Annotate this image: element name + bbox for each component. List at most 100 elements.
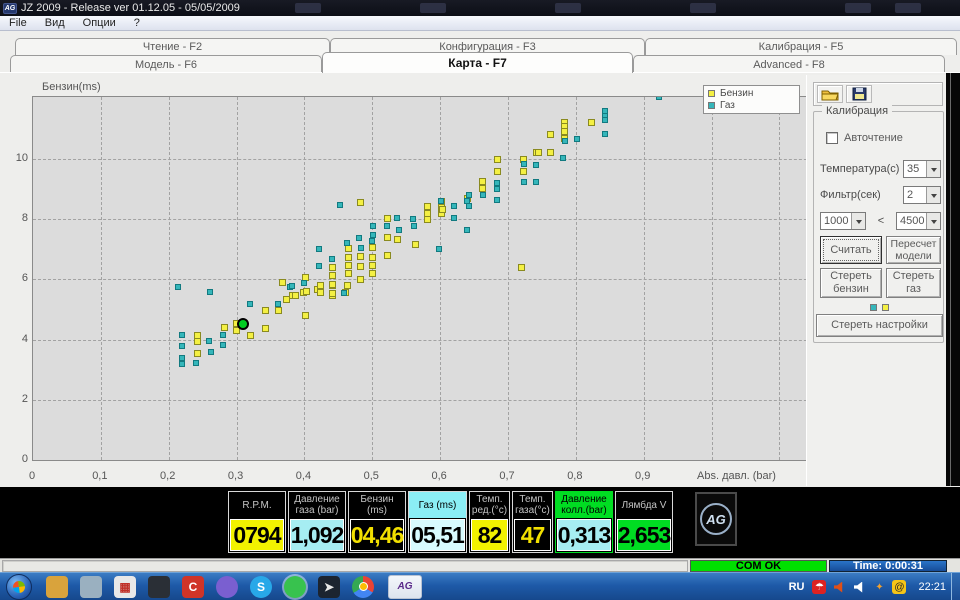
open-file-button[interactable] (817, 85, 843, 103)
save-floppy-icon (852, 87, 866, 101)
gaz-point (357, 244, 364, 251)
temperature-select[interactable]: 35 (903, 160, 941, 178)
gaz-point (179, 360, 186, 367)
rpm-display-label: R.P.M. (229, 492, 285, 518)
update-icon[interactable]: ✦ (872, 580, 886, 594)
gaz-point (532, 178, 539, 185)
erase-benzin-button[interactable]: Стереть бензин (820, 268, 882, 298)
benzin-point (369, 261, 377, 269)
gaz-point (464, 226, 471, 233)
manifold-pressure-display-label: Давление колл.(bar) (556, 492, 612, 518)
chevron-down-icon[interactable] (926, 213, 940, 229)
language-indicator[interactable]: RU (789, 581, 805, 593)
gaz-point (207, 288, 214, 295)
erase-settings-button[interactable]: Стереть настройки (816, 314, 943, 337)
benzin-point (356, 263, 364, 271)
autoread-label: Авточтение (844, 132, 903, 144)
viber-icon[interactable] (216, 575, 238, 598)
benzin-marker-icon (708, 90, 715, 98)
file-toolbar (813, 82, 943, 106)
chart-legend: Бензин Газ (703, 85, 800, 114)
recalc-model-button[interactable]: Пересчет модели (886, 236, 941, 264)
editor-icon[interactable]: ▦ (114, 575, 136, 598)
save-file-button[interactable] (846, 85, 872, 103)
gridline (33, 279, 907, 281)
filter-select[interactable]: 2 (903, 186, 941, 204)
autoread-checkbox[interactable] (826, 132, 838, 144)
erase-gaz-button[interactable]: Стереть газ (886, 268, 941, 298)
y-tick-label: 2 (21, 392, 28, 405)
gaz-point (220, 341, 226, 348)
x-tick-label: 0,2 (160, 470, 176, 482)
temp-reducer-display-label: Темп. ред.(°с) (470, 492, 509, 518)
menu-bar: File Вид Опции ? (0, 16, 960, 31)
benzin-point (193, 349, 201, 357)
desktop: AG JZ 2009 - Release ver 01.12.05 - 05/0… (0, 0, 960, 600)
benzin-point (547, 149, 555, 157)
temperature-label: Температура(с) (820, 163, 900, 175)
gaz-ms-display: Газ (ms) 05,51 (408, 491, 467, 553)
benzin-point (383, 214, 391, 222)
benzin-point (345, 270, 353, 278)
start-button[interactable] (6, 573, 32, 600)
gaz-point (344, 240, 351, 247)
benzin-point (329, 281, 337, 289)
whatsapp-icon[interactable] (284, 575, 306, 598)
gaz-point (655, 97, 662, 100)
benzin-point (383, 234, 391, 242)
read-button[interactable]: Считать (820, 236, 882, 264)
avira-icon[interactable]: ☂ (812, 580, 827, 594)
menu-view[interactable]: Вид (36, 16, 74, 30)
gaz-point (247, 301, 254, 308)
gaz-point (369, 237, 376, 244)
status-empty-panel (2, 560, 688, 572)
menu-options[interactable]: Опции (74, 16, 125, 30)
mail-agent-icon[interactable]: @ (892, 580, 907, 594)
rpm-high-select[interactable]: 4500 (896, 212, 941, 230)
browser-icon[interactable]: ➤ (318, 575, 340, 598)
menu-file[interactable]: File (0, 16, 36, 30)
show-desktop-button[interactable] (951, 573, 960, 600)
chevron-down-icon[interactable] (926, 187, 940, 203)
gaz-point (315, 262, 322, 269)
calibration-group: Калибрация Авточтение Температура(с) 35 … (813, 105, 944, 343)
benzin-point (493, 167, 501, 175)
y-tick-label: 4 (21, 332, 28, 345)
menu-help[interactable]: ? (125, 16, 149, 30)
benzin-point (356, 252, 364, 260)
session-time-badge: Time: 0:00:31 (829, 560, 947, 572)
gaz-point (192, 360, 199, 367)
tab-модель-f6[interactable]: Модель - F6 (10, 55, 322, 73)
tab-калибрация-f5[interactable]: Калибрация - F5 (645, 38, 957, 55)
rpm-low-select[interactable]: 1000 (820, 212, 866, 230)
gridline (33, 158, 907, 160)
calculator-icon[interactable] (80, 575, 102, 598)
volume-alt-icon[interactable] (832, 580, 846, 594)
clock[interactable]: 22:21 (918, 581, 946, 593)
scatter-plot[interactable] (32, 96, 908, 461)
tab-чтение-f2[interactable]: Чтение - F2 (15, 38, 330, 55)
window-title: JZ 2009 - Release ver 01.12.05 - 05/05/2… (21, 2, 240, 14)
ag-app-task-button[interactable]: AG (388, 574, 422, 599)
chevron-down-icon[interactable] (851, 213, 865, 229)
tab-advanced-f8[interactable]: Advanced - F8 (633, 55, 945, 73)
ccleaner-icon[interactable]: C (182, 575, 204, 598)
chrome-icon[interactable] (352, 575, 374, 598)
ag-logo: AG (695, 492, 737, 546)
ag-logo-icon: AG (700, 503, 732, 535)
lambda-display-value: 2,653 (617, 519, 671, 551)
benzin-point (369, 270, 377, 278)
volume-icon[interactable] (852, 580, 866, 594)
gaz-point (450, 203, 457, 210)
explorer-icon[interactable] (46, 575, 68, 598)
temp-gas-display-value: 47 (514, 519, 551, 551)
benzin-point (479, 178, 487, 186)
x-tick-label: 0,9 (635, 470, 651, 482)
benzin-marker-icon (882, 304, 889, 311)
tab-карта-f7[interactable]: Карта - F7 (322, 52, 633, 73)
temperature-row: Температура(с) 35 (820, 160, 941, 178)
title-bar[interactable]: AG JZ 2009 - Release ver 01.12.05 - 05/0… (0, 0, 960, 16)
chevron-down-icon[interactable] (926, 161, 940, 177)
diagnostics-icon[interactable] (148, 575, 170, 598)
skype-icon[interactable]: S (250, 575, 272, 598)
